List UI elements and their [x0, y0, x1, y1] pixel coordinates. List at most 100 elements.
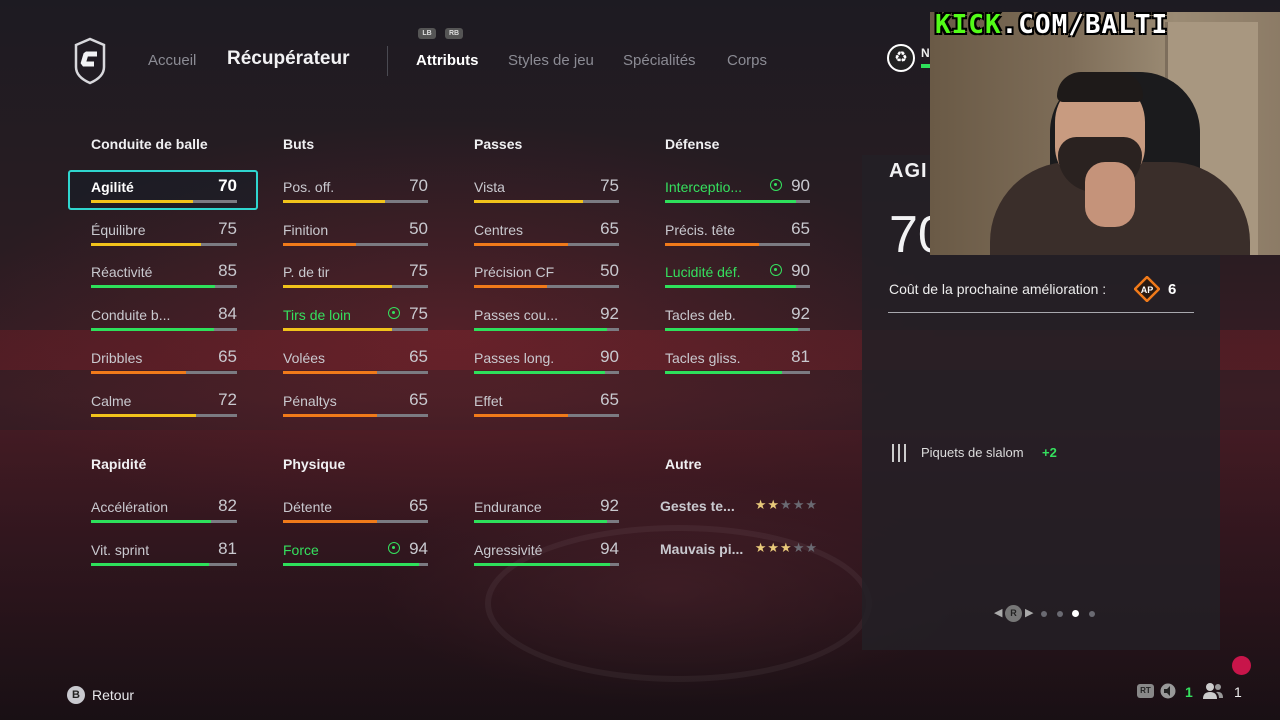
attribute-value: 92 [791, 304, 810, 324]
attribute-bar [91, 370, 237, 374]
nav-home[interactable]: Accueil [148, 52, 196, 69]
attribute-label: Force [283, 542, 319, 558]
attribute-value: 75 [600, 176, 619, 195]
attribute-row[interactable]: Calme 72 [91, 384, 237, 424]
attribute-bar-fill [91, 520, 211, 523]
attribute-row[interactable]: Passes long. 90 [474, 341, 619, 381]
tab-playstyles[interactable]: Styles de jeu [508, 52, 594, 69]
attribute-row[interactable]: Force 94 [283, 533, 428, 573]
attribute-bar-fill [665, 200, 796, 203]
tab-body[interactable]: Corps [727, 52, 767, 69]
attribute-row[interactable]: Vista 75 [474, 170, 619, 210]
page-indicator[interactable]: ◀ R ▶ [994, 605, 1104, 623]
attribute-label: Équilibre [91, 221, 146, 238]
attribute-value: 82 [218, 496, 237, 515]
section-defending: Défense [665, 136, 720, 152]
star-filled-icon: ★ [754, 540, 768, 555]
attribute-value: 75 [409, 304, 428, 324]
attribute-row[interactable]: P. de tir 75 [283, 255, 428, 295]
tab-specialties[interactable]: Spécialités [623, 52, 696, 69]
attribute-bar-fill [474, 200, 583, 203]
attribute-row[interactable]: Passes cou... 92 [474, 298, 619, 338]
attribute-row[interactable]: Conduite b... 84 [91, 298, 237, 338]
club-logo-icon [74, 37, 106, 85]
page-dot[interactable] [1041, 611, 1047, 617]
attribute-bar [91, 200, 237, 203]
recycle-icon[interactable]: ♻ [887, 44, 915, 72]
page-dot-active[interactable] [1072, 610, 1079, 617]
star-filled-icon: ★ [767, 540, 781, 555]
slot-label: N [921, 46, 930, 60]
attribute-value: 75 [409, 261, 428, 281]
page-dot[interactable] [1057, 611, 1063, 617]
attribute-bar-fill [665, 328, 799, 332]
attribute-row[interactable]: Endurance 92 [474, 490, 619, 530]
attribute-label: Agressivité [474, 542, 543, 558]
attribute-label: Conduite b... [91, 307, 171, 324]
rb-button-icon[interactable]: RB [445, 28, 463, 39]
attribute-bar [283, 370, 428, 374]
tab-attributes[interactable]: Attributs [416, 52, 479, 69]
attribute-row[interactable]: Tirs de loin 75 [283, 298, 428, 338]
attribute-value: 65 [409, 389, 428, 409]
rt-button-icon[interactable]: RT [1137, 684, 1154, 698]
attribute-row[interactable]: Interceptio... 90 [665, 170, 810, 210]
attribute-row[interactable]: Pénaltys 65 [283, 384, 428, 424]
attribute-bar-fill [283, 413, 378, 417]
back-button[interactable]: Retour [92, 687, 134, 703]
attribute-row[interactable]: Agressivité 94 [474, 533, 619, 573]
star-rating-row[interactable]: Gestes te... ★★★★★ [660, 490, 818, 530]
attribute-row[interactable]: Vit. sprint 81 [91, 533, 237, 573]
attribute-row[interactable]: Détente 65 [283, 490, 428, 530]
attribute-label: P. de tir [283, 264, 330, 281]
attribute-bar [665, 200, 810, 203]
attribute-row[interactable]: Dribbles 65 [91, 341, 237, 381]
attribute-value: 65 [218, 346, 237, 366]
attribute-row[interactable]: Effet 65 [474, 384, 619, 424]
attribute-label: Dribbles [91, 349, 143, 366]
attribute-row[interactable]: Centres 65 [474, 213, 619, 253]
page-dot[interactable] [1089, 611, 1095, 617]
attribute-bar [665, 285, 810, 289]
star-rating: ★★★★★ [755, 497, 818, 513]
b-button-icon[interactable]: B [67, 686, 85, 704]
kick-path: .COM/BALTI [1001, 10, 1169, 40]
bonus-value: +2 [1042, 445, 1057, 460]
party-icon[interactable] [1202, 682, 1224, 700]
attribute-label: Tirs de loin [283, 307, 351, 324]
attribute-row[interactable]: Volées 65 [283, 341, 428, 381]
r-stick-icon[interactable]: R [1005, 605, 1022, 622]
lb-button-icon[interactable]: LB [418, 28, 436, 39]
speaker-icon[interactable] [1160, 683, 1178, 699]
attribute-label: Agilité [91, 179, 134, 195]
attribute-row[interactable]: Précis. tête 65 [665, 213, 810, 253]
attribute-bar-fill [474, 413, 569, 417]
attribute-row[interactable]: Agilité 70 [91, 170, 237, 210]
attribute-row[interactable]: Tacles gliss. 81 [665, 341, 810, 381]
chevron-right-icon[interactable]: ▶ [1025, 606, 1033, 619]
chevron-left-icon[interactable]: ◀ [994, 606, 1002, 619]
star-empty-icon: ★ [805, 497, 818, 512]
attribute-value: 92 [600, 304, 619, 324]
boost-icon [770, 179, 782, 191]
party-count: 1 [1234, 684, 1242, 700]
attribute-bar [283, 200, 428, 203]
attribute-row[interactable]: Pos. off. 70 [283, 170, 428, 210]
attribute-row[interactable]: Lucidité déf. 90 [665, 255, 810, 295]
section-dribbling: Conduite de balle [91, 136, 208, 152]
attribute-label: Tacles deb. [665, 307, 736, 324]
detail-title: AGI [889, 160, 928, 182]
attribute-row[interactable]: Réactivité 85 [91, 255, 237, 295]
star-rating-row[interactable]: Mauvais pi... ★★★★★ [660, 533, 818, 573]
attribute-label: Volées [283, 349, 326, 366]
star-filled-icon: ★ [767, 497, 781, 512]
attribute-row[interactable]: Accélération 82 [91, 490, 237, 530]
attribute-label: Accélération [91, 499, 169, 515]
star-rating-label: Gestes te... [660, 498, 735, 514]
attribute-label: Pos. off. [283, 179, 335, 195]
attribute-row[interactable]: Équilibre 75 [91, 213, 237, 253]
attribute-row[interactable]: Finition 50 [283, 213, 428, 253]
attribute-value: 50 [600, 261, 619, 281]
attribute-row[interactable]: Tacles deb. 92 [665, 298, 810, 338]
attribute-row[interactable]: Précision CF 50 [474, 255, 619, 295]
